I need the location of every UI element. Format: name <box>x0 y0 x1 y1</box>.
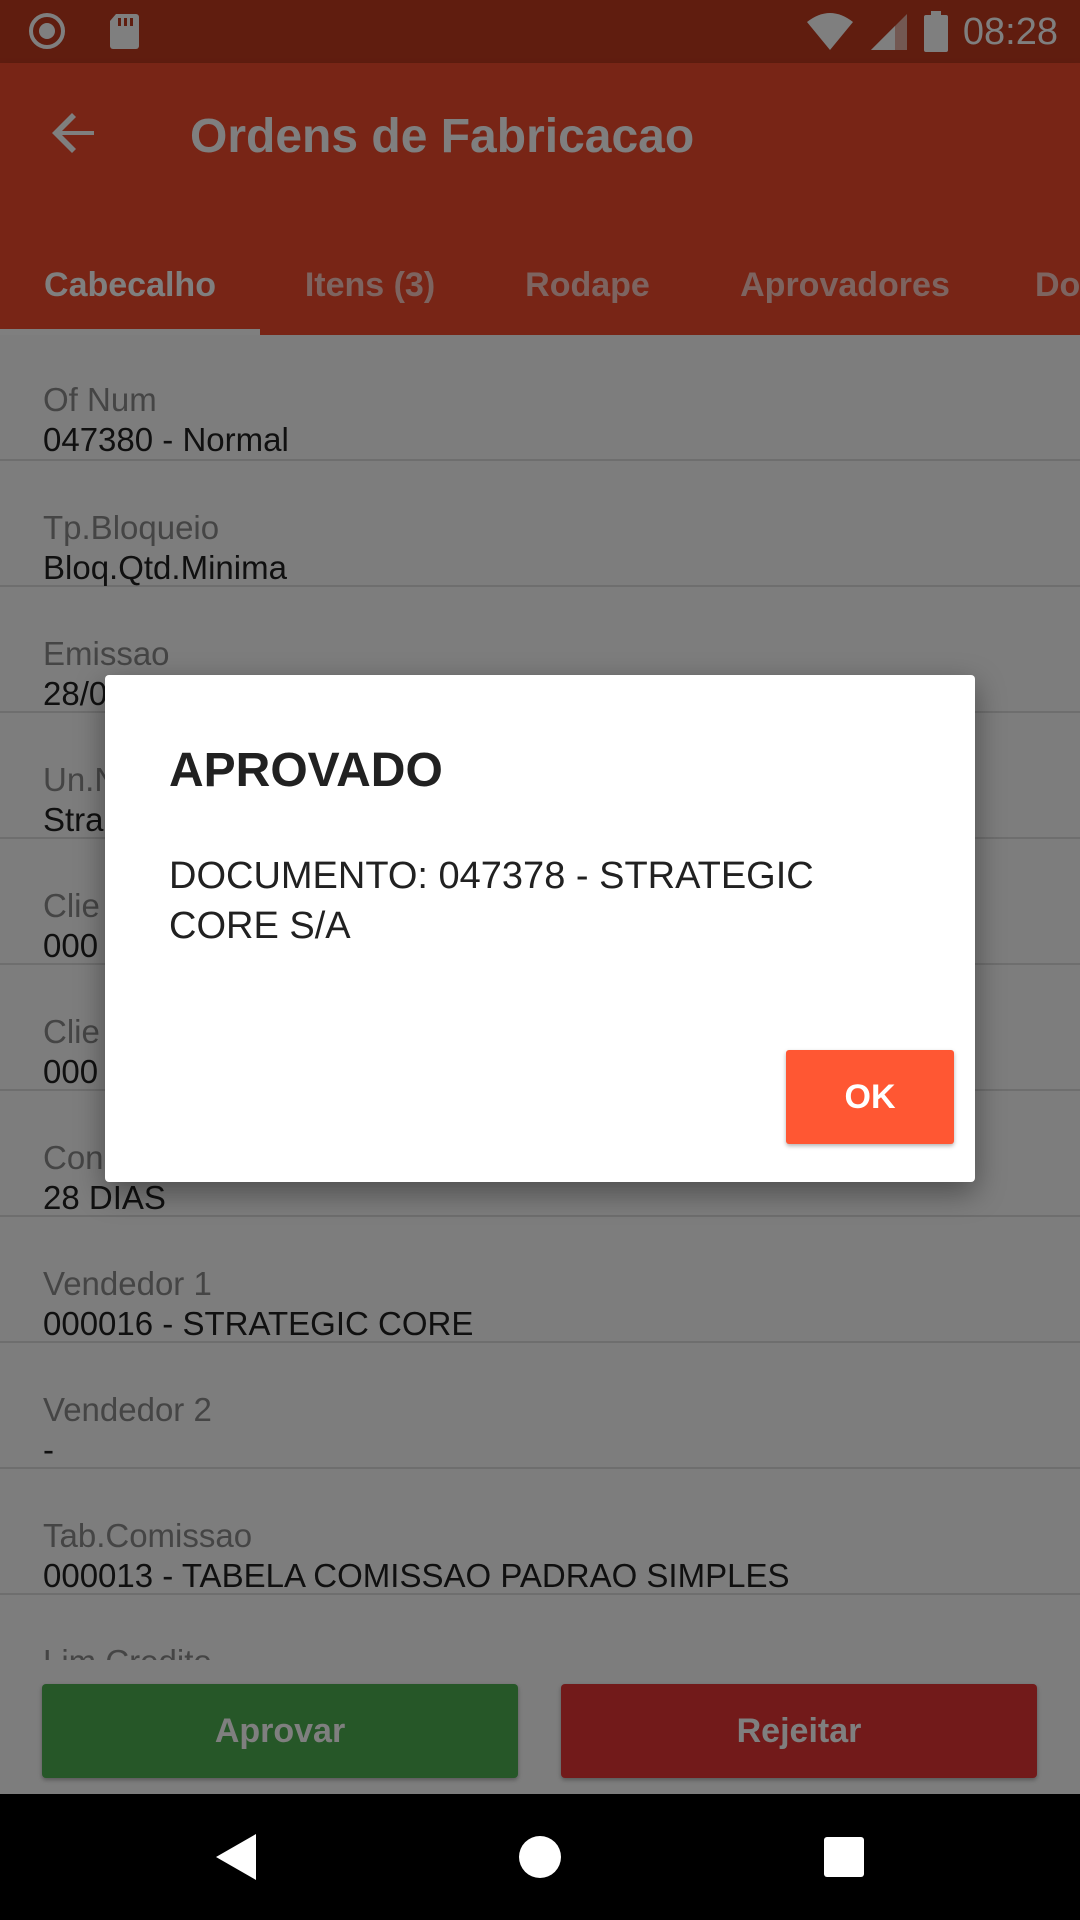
nav-home-icon[interactable] <box>518 1832 562 1882</box>
dialog-title: APROVADO <box>169 744 443 797</box>
dialog-message: DOCUMENTO: 047378 - STRATEGIC CORE S/A <box>169 855 814 947</box>
ok-button[interactable]: OK <box>786 1050 954 1144</box>
nav-back-icon[interactable] <box>214 1832 258 1882</box>
nav-recents-icon[interactable] <box>822 1832 866 1882</box>
approval-dialog: APROVADO DOCUMENTO: 047378 - STRATEGIC C… <box>105 675 975 1182</box>
system-nav-bar <box>0 1794 1080 1920</box>
